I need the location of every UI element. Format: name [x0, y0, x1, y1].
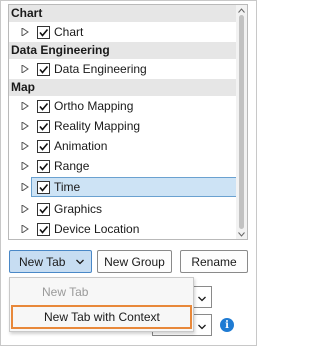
- tree-item-device-location[interactable]: Device Location: [9, 219, 237, 239]
- tree-item-label: Chart: [54, 25, 84, 39]
- menu-item-new-tab-with-context[interactable]: New Tab with Context: [11, 305, 192, 329]
- tree-item-reality-mapping[interactable]: Reality Mapping: [9, 116, 237, 136]
- checkbox-graphics[interactable]: [37, 202, 50, 216]
- scroll-thumb[interactable]: [239, 15, 244, 229]
- expand-arrow-icon[interactable]: [21, 225, 29, 233]
- rename-button[interactable]: Rename: [180, 250, 248, 273]
- new-tab-dropdown-menu: New Tab New Tab with Context: [9, 277, 194, 332]
- group-header-data-engineering: Data Engineering: [9, 42, 237, 59]
- tree-item-graphics[interactable]: Graphics: [9, 199, 237, 219]
- vertical-scrollbar[interactable]: [236, 5, 247, 239]
- new-tab-dropdown-button[interactable]: New Tab: [9, 250, 92, 273]
- checkbox-range[interactable]: [37, 159, 50, 173]
- tree-item-label: Device Location: [54, 222, 140, 236]
- expand-arrow-icon[interactable]: [21, 28, 29, 36]
- chevron-down-icon: [197, 293, 207, 307]
- checkbox-time[interactable]: [37, 180, 50, 194]
- group-header-chart: Chart: [9, 5, 237, 22]
- tree-item-label: Data Engineering: [54, 62, 147, 76]
- expand-arrow-icon[interactable]: [21, 205, 29, 213]
- new-tab-button-label: New Tab: [19, 254, 66, 269]
- tree-item-label: Range: [54, 159, 90, 173]
- expand-arrow-icon[interactable]: [21, 102, 29, 110]
- tree-item-label: Ortho Mapping: [54, 99, 134, 113]
- checkbox-animation[interactable]: [37, 139, 50, 153]
- expand-arrow-icon[interactable]: [21, 122, 29, 130]
- chevron-down-icon: [197, 321, 207, 335]
- checkbox-device-location[interactable]: [37, 222, 50, 236]
- expand-arrow-icon[interactable]: [21, 162, 29, 170]
- tree-item-data-engineering[interactable]: Data Engineering: [9, 59, 237, 79]
- tree-item-time[interactable]: Time: [9, 177, 238, 197]
- tree-item-label: Animation: [54, 139, 108, 153]
- info-icon[interactable]: i: [220, 318, 234, 332]
- tree-item-label: Time: [54, 180, 81, 194]
- tree-item-label: Graphics: [54, 202, 103, 216]
- expand-arrow-icon[interactable]: [21, 65, 29, 73]
- tab-tree-panel[interactable]: Chart Chart Data Engineering Data Engine…: [8, 4, 248, 240]
- expand-arrow-icon[interactable]: [21, 183, 29, 191]
- chevron-down-icon: [75, 256, 85, 270]
- checkbox-reality-mapping[interactable]: [37, 119, 50, 133]
- tree-item-ortho-mapping[interactable]: Ortho Mapping: [9, 96, 237, 116]
- tree-item-range[interactable]: Range: [9, 156, 237, 176]
- checkbox-data-engineering[interactable]: [37, 62, 50, 76]
- new-group-button[interactable]: New Group: [97, 250, 172, 273]
- tree-item-chart[interactable]: Chart: [9, 22, 237, 42]
- menu-item-new-tab: New Tab: [42, 285, 89, 299]
- expand-arrow-icon[interactable]: [21, 142, 29, 150]
- scroll-up-arrow-icon[interactable]: [236, 5, 247, 15]
- group-header-map: Map: [9, 79, 237, 96]
- checkbox-ortho-mapping[interactable]: [37, 99, 50, 113]
- tree-item-animation[interactable]: Animation: [9, 136, 237, 156]
- scroll-down-arrow-icon[interactable]: [236, 229, 247, 239]
- tree-item-label: Reality Mapping: [54, 119, 141, 133]
- checkbox-chart[interactable]: [37, 25, 50, 39]
